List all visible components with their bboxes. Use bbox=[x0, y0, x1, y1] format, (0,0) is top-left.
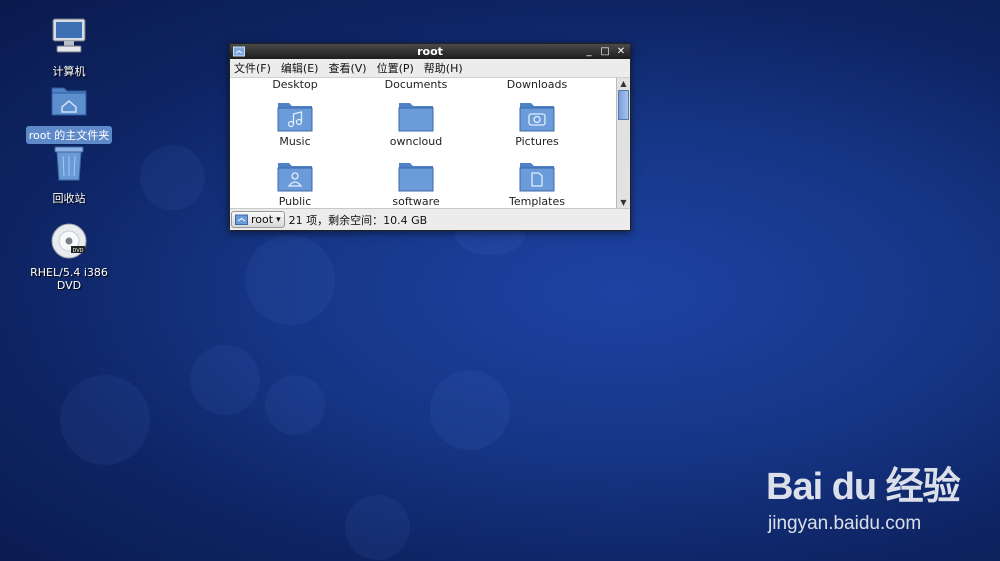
desktop-icon-label: RHEL/5.4 i386 DVD bbox=[30, 266, 108, 292]
close-button[interactable]: ✕ bbox=[616, 44, 626, 59]
trash-icon bbox=[49, 143, 89, 183]
file-label: Pictures bbox=[515, 135, 559, 148]
file-item-templates[interactable]: Templates bbox=[482, 156, 592, 208]
desktop-icon-computer[interactable]: 计算机 bbox=[14, 16, 124, 80]
folder-icon bbox=[398, 160, 434, 192]
folder-icon bbox=[398, 100, 434, 132]
menu-bar: 文件(F) 编辑(E) 查看(V) 位置(P) 帮助(H) bbox=[230, 59, 630, 78]
scroll-up-icon[interactable]: ▲ bbox=[617, 78, 630, 89]
desktop-icon-label: 计算机 bbox=[52, 65, 86, 78]
maximize-button[interactable]: □ bbox=[600, 44, 610, 59]
minimize-button[interactable]: _ bbox=[584, 44, 594, 59]
desktop-icon-trash[interactable]: 回收站 bbox=[14, 143, 124, 207]
scroll-thumb[interactable] bbox=[618, 90, 629, 120]
status-bar: root ▾ 21 项，剩余空间：10.4 GB bbox=[230, 208, 630, 230]
desktop-icon-dvd[interactable]: DVD RHEL/5.4 i386 DVD bbox=[14, 221, 124, 293]
home-folder-icon bbox=[49, 80, 89, 120]
file-item-desktop[interactable]: Desktop bbox=[240, 78, 350, 91]
menu-view[interactable]: 查看(V) bbox=[328, 60, 366, 76]
file-item-public[interactable]: Public bbox=[240, 156, 350, 208]
file-label: Desktop bbox=[272, 78, 318, 91]
dvd-badge: DVD bbox=[72, 248, 83, 254]
desktop-icon-home-folder[interactable]: root 的主文件夹 bbox=[14, 80, 124, 144]
file-manager-window: root _ □ ✕ 文件(F) 编辑(E) 查看(V) 位置(P) 帮助(H)… bbox=[229, 43, 631, 231]
file-item-downloads[interactable]: Downloads bbox=[482, 78, 592, 91]
window-title: root bbox=[417, 45, 443, 58]
file-item-software[interactable]: software bbox=[361, 156, 471, 208]
computer-icon bbox=[49, 16, 89, 56]
menu-help[interactable]: 帮助(H) bbox=[424, 60, 463, 76]
file-label: software bbox=[392, 195, 440, 208]
file-item-owncloud[interactable]: owncloud bbox=[361, 96, 471, 148]
chevron-down-icon: ▾ bbox=[276, 214, 281, 225]
baidu-watermark: Bai du 经验 jingyan.baidu.com bbox=[766, 455, 966, 545]
status-info: 21 项，剩余空间：10.4 GB bbox=[288, 213, 428, 227]
file-label: Templates bbox=[509, 195, 565, 208]
watermark-url: jingyan.baidu.com bbox=[768, 513, 922, 534]
file-label: owncloud bbox=[389, 135, 443, 148]
baidu-logo: Bai du 经验 bbox=[766, 466, 961, 508]
window-titlebar[interactable]: root _ □ ✕ bbox=[230, 44, 630, 59]
dvd-icon: DVD bbox=[49, 221, 89, 261]
person-folder-icon bbox=[277, 160, 313, 192]
scroll-down-icon[interactable]: ▼ bbox=[617, 197, 630, 208]
music-folder-icon bbox=[277, 100, 313, 132]
camera-folder-icon bbox=[519, 100, 555, 132]
file-label: Public bbox=[278, 195, 312, 208]
file-label: Music bbox=[279, 135, 311, 148]
file-view[interactable]: Desktop Documents Downloads Music ownclo… bbox=[230, 78, 616, 208]
desktop-icon-label: root 的主文件夹 bbox=[25, 126, 113, 144]
folder-small-icon bbox=[235, 214, 248, 225]
file-label: Documents bbox=[384, 78, 448, 91]
location-label: root bbox=[251, 213, 274, 226]
file-item-documents[interactable]: Documents bbox=[361, 78, 471, 91]
menu-places[interactable]: 位置(P) bbox=[377, 60, 414, 76]
menu-file[interactable]: 文件(F) bbox=[234, 60, 271, 76]
file-item-pictures[interactable]: Pictures bbox=[482, 96, 592, 148]
vertical-scrollbar[interactable]: ▲ ▼ bbox=[616, 78, 630, 208]
template-folder-icon bbox=[519, 160, 555, 192]
menu-edit[interactable]: 编辑(E) bbox=[281, 60, 319, 76]
file-item-music[interactable]: Music bbox=[240, 96, 350, 148]
folder-app-icon bbox=[233, 45, 245, 57]
location-dropdown[interactable]: root ▾ bbox=[231, 211, 285, 228]
desktop-icon-label: 回收站 bbox=[52, 192, 86, 205]
file-label: Downloads bbox=[506, 78, 568, 91]
